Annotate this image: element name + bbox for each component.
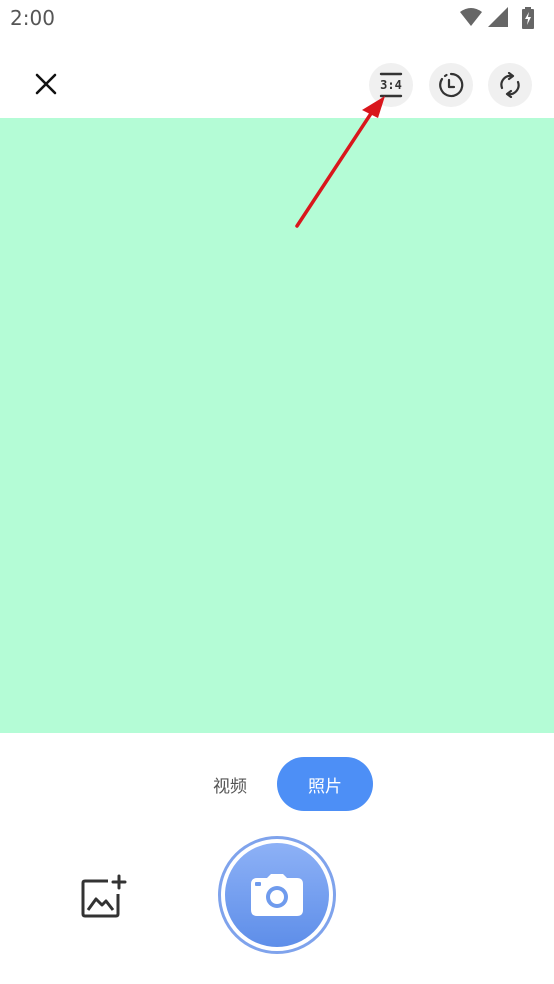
status-bar: 2:00 [0, 0, 554, 38]
camera-icon [251, 874, 303, 916]
camera-preview[interactable] [0, 118, 554, 733]
aspect-ratio-button[interactable]: 3:4 [369, 63, 413, 107]
close-icon [35, 73, 57, 95]
status-icons [460, 7, 540, 29]
wifi-icon [460, 8, 482, 26]
timer-icon [439, 72, 464, 98]
status-time: 2:00 [10, 6, 55, 30]
top-bar: 3:4 [0, 38, 554, 118]
flip-camera-icon [500, 72, 520, 98]
mode-video-tab[interactable]: 视频 [202, 757, 258, 811]
mode-switch: 视频 照片 [0, 757, 554, 811]
gallery-add-icon [81, 874, 127, 918]
signal-icon [488, 7, 508, 27]
shutter-inner [225, 843, 329, 947]
close-button[interactable] [26, 64, 66, 104]
timer-button[interactable] [429, 63, 473, 107]
aspect-ratio-label: 3:4 [380, 78, 402, 92]
battery-charging-icon [522, 7, 534, 29]
flip-camera-button[interactable] [488, 63, 532, 107]
gallery-button[interactable] [78, 874, 130, 922]
shutter-button[interactable] [218, 836, 336, 954]
mode-photo-tab[interactable]: 照片 [277, 757, 373, 811]
